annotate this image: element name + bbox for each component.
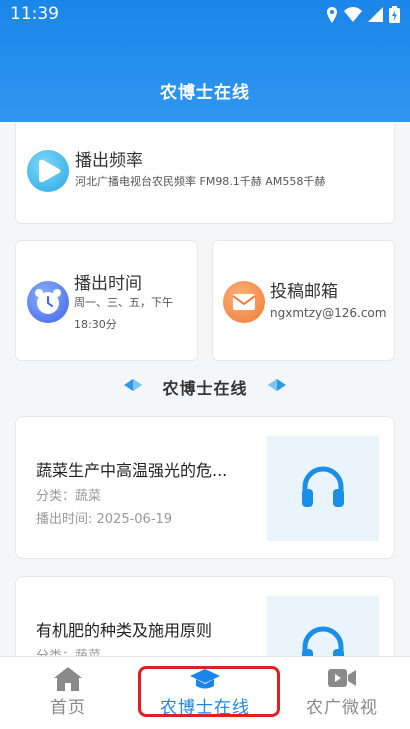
article-title: 有机肥的种类及施用原则 — [36, 621, 213, 640]
radio-play-icon — [27, 150, 69, 192]
page-title: 农博士在线 — [160, 83, 250, 103]
broadcast-time-title: 播出时间 — [74, 274, 142, 294]
location-icon — [327, 6, 337, 23]
status-icons — [326, 6, 400, 23]
frequency-title: 播出频率 — [75, 151, 143, 171]
wifi-icon — [344, 7, 362, 22]
battery-icon — [389, 6, 400, 23]
article-thumbnail — [267, 436, 379, 541]
article-card[interactable]: 蔬菜生产中高温强光的危... 分类：蔬菜 播出时间: 2025-06-19 — [15, 416, 395, 559]
nav-item-home[interactable]: 首页 — [0, 657, 136, 729]
main-content[interactable]: 播出频率 河北广播电视台农民频率 FM98.1千赫 AM558千赫 播出时间 周… — [0, 122, 410, 656]
status-bar: 11:39 — [0, 0, 410, 30]
submission-email-card[interactable]: 投稿邮箱 ngxmtzy@126.com — [212, 240, 395, 361]
diamond-right-icon — [268, 379, 286, 391]
frequency-details: 河北广播电视台农民频率 FM98.1千赫 AM558千赫 — [75, 175, 326, 188]
section-title: 农博士在线 — [162, 379, 248, 398]
nav-label-home: 首页 — [50, 698, 86, 718]
broadcast-time-days: 周一、三、五，下午 — [74, 296, 173, 309]
nav-label-micro-video: 农广微视 — [306, 698, 378, 718]
active-tab-highlight — [138, 666, 280, 717]
nav-item-micro-video[interactable]: 农广微视 — [274, 657, 410, 729]
submission-email-address: ngxmtzy@126.com — [270, 306, 387, 320]
broadcast-frequency-card[interactable]: 播出频率 河北广播电视台农民频率 FM98.1千赫 AM558千赫 — [15, 122, 395, 224]
article-thumbnail — [267, 596, 379, 656]
headphones-icon — [302, 626, 344, 656]
status-time: 11:39 — [10, 4, 59, 24]
article-air-time: 播出时间: 2025-06-19 — [36, 512, 173, 527]
home-icon — [54, 667, 82, 691]
headphones-icon — [302, 466, 344, 507]
article-card[interactable]: 有机肥的种类及施用原则 分类：蔬菜 — [15, 576, 395, 656]
broadcast-time-hour: 18:30分 — [74, 318, 117, 331]
app-header: 11:39 农博士在线 — [0, 0, 410, 122]
submission-email-title: 投稿邮箱 — [270, 282, 338, 302]
article-title: 蔬菜生产中高温强光的危... — [36, 461, 228, 480]
article-category: 分类：蔬菜 — [36, 645, 101, 656]
alarm-clock-icon — [27, 281, 69, 323]
mail-icon — [223, 281, 265, 323]
video-camera-icon — [328, 669, 356, 687]
article-category: 分类：蔬菜 — [36, 489, 102, 504]
signal-icon — [368, 7, 383, 22]
broadcast-time-card[interactable]: 播出时间 周一、三、五，下午 18:30分 — [15, 240, 198, 361]
